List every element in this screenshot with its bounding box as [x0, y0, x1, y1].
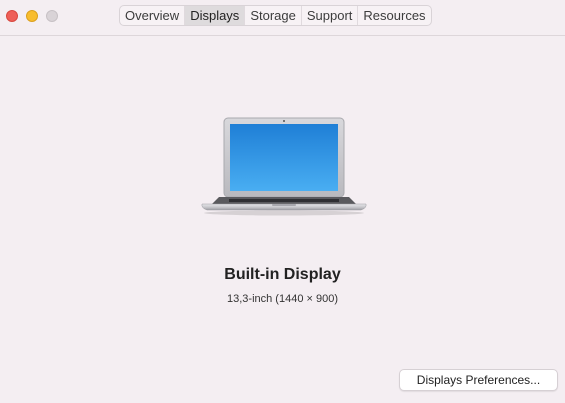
close-window-button[interactable] — [6, 10, 18, 22]
tab-displays[interactable]: Displays — [185, 6, 246, 25]
tab-resources[interactable]: Resources — [358, 6, 430, 25]
zoom-window-button[interactable] — [46, 10, 58, 22]
displays-preferences-button[interactable]: Displays Preferences... — [399, 369, 558, 391]
laptop-icon — [199, 116, 369, 218]
title-bar: Overview Displays Storage Support Resour… — [0, 0, 565, 36]
tab-storage[interactable]: Storage — [245, 6, 302, 25]
display-name: Built-in Display — [224, 266, 341, 283]
tab-support[interactable]: Support — [302, 6, 359, 25]
display-details: 13,3-inch (1440 × 900) — [227, 293, 338, 305]
tab-overview[interactable]: Overview — [120, 6, 186, 25]
minimize-window-button[interactable] — [26, 10, 38, 22]
tab-bar: Overview Displays Storage Support Resour… — [119, 5, 432, 26]
